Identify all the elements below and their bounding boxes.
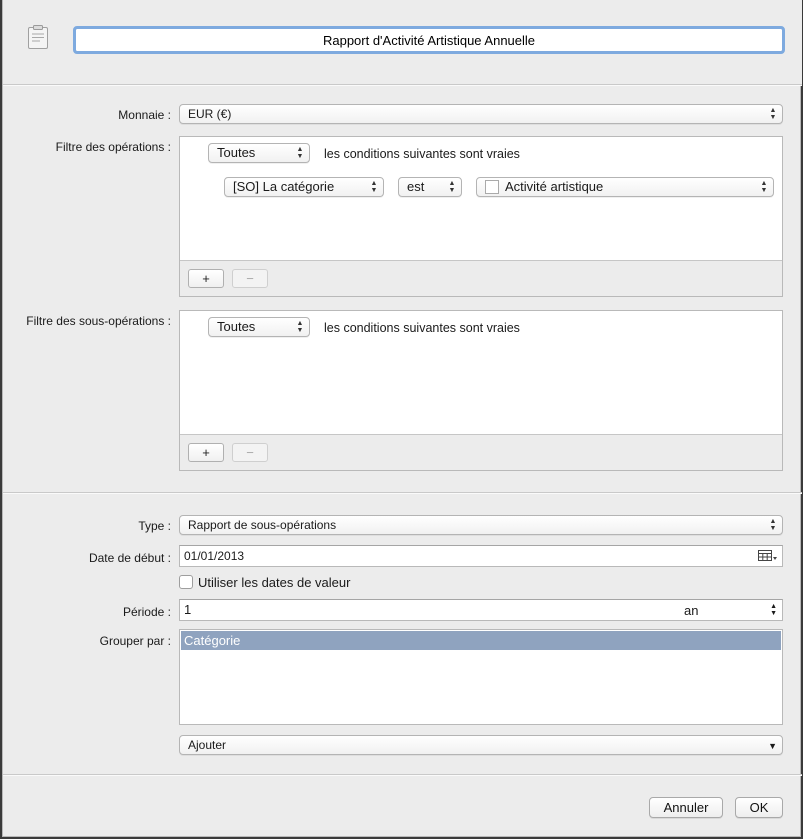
separator: [3, 84, 802, 86]
start-date-field[interactable]: 01/01/2013: [179, 545, 783, 567]
period-field[interactable]: 1 an ▲ ▼: [179, 599, 783, 621]
updown-arrows-icon: ▲ ▼: [760, 180, 768, 194]
operations-filter-box: Toutes ▲ ▼ les conditions suivantes sont …: [179, 136, 783, 297]
suboperations-match-popup[interactable]: Toutes ▲ ▼: [208, 317, 310, 337]
header-area: [3, 0, 802, 84]
updown-arrows-icon[interactable]: ▲ ▼: [770, 603, 777, 617]
rule-field-value: [SO] La catégorie: [233, 179, 335, 194]
start-date-value: 01/01/2013: [184, 549, 245, 563]
operations-match-value: Toutes: [217, 145, 256, 160]
operations-filter-label: Filtre des opérations :: [55, 140, 171, 154]
currency-value: EUR (€): [188, 107, 232, 121]
suboperations-filter-label: Filtre des sous-opérations :: [26, 314, 171, 328]
period-value: 1: [184, 602, 192, 617]
add-group-popup[interactable]: Ajouter ▼: [179, 735, 783, 755]
value-dates-checkbox[interactable]: [179, 575, 193, 589]
updown-arrows-icon: ▲ ▼: [769, 518, 777, 532]
currency-popup[interactable]: EUR (€) ▲ ▼: [179, 104, 783, 124]
suboperations-filter-box: Toutes ▲ ▼ les conditions suivantes sont …: [179, 310, 783, 471]
clipboard-icon: [28, 25, 48, 49]
period-unit[interactable]: an: [684, 601, 698, 621]
rule-operator-value: est: [407, 179, 425, 194]
rule-value-popup[interactable]: Activité artistique ▲ ▼: [476, 177, 774, 197]
add-group-value: Ajouter: [188, 738, 227, 752]
report-editor-sheet: Monnaie : EUR (€) ▲▼ Filtre des opératio…: [2, 0, 802, 837]
updown-arrows-icon: ▲ ▼: [769, 107, 777, 121]
suboperations-filter-footer: + −: [180, 434, 782, 470]
remove-subrule-button[interactable]: −: [232, 443, 268, 462]
suboperations-match-value: Toutes: [217, 319, 256, 334]
suboperations-match-suffix: les conditions suivantes sont vraies: [324, 321, 520, 335]
operations-match-popup[interactable]: Toutes ▲ ▼: [208, 143, 310, 163]
cancel-button[interactable]: Annuler: [649, 797, 723, 818]
value-dates-label: Utiliser les dates de valeur: [198, 575, 351, 590]
updown-arrows-icon: ▲ ▼: [296, 146, 304, 160]
add-rule-button[interactable]: +: [188, 269, 224, 288]
ok-button[interactable]: OK: [735, 797, 783, 818]
list-item[interactable]: Catégorie: [181, 631, 781, 650]
type-popup[interactable]: Rapport de sous-opérations ▲ ▼: [179, 515, 783, 535]
type-value: Rapport de sous-opérations: [188, 518, 337, 532]
updown-arrows-icon: ▲ ▼: [296, 320, 304, 334]
rule-value-text: Activité artistique: [505, 179, 604, 194]
updown-arrows-icon: ▲ ▼: [448, 180, 456, 194]
separator: [3, 774, 802, 776]
operations-filter-footer: + −: [180, 260, 782, 296]
rule-field-popup[interactable]: [SO] La catégorie ▲ ▼: [224, 177, 384, 197]
remove-rule-button[interactable]: −: [232, 269, 268, 288]
category-color-swatch: [485, 180, 499, 194]
report-name-field[interactable]: [73, 26, 785, 54]
start-date-label: Date de début :: [88, 551, 171, 565]
chevron-down-icon: ▼: [768, 741, 777, 751]
operations-match-suffix: les conditions suivantes sont vraies: [324, 147, 520, 161]
type-label: Type :: [138, 519, 171, 533]
period-label: Période :: [122, 605, 171, 619]
separator: [3, 492, 802, 494]
rule-operator-popup[interactable]: est ▲ ▼: [398, 177, 462, 197]
calendar-icon[interactable]: [758, 550, 778, 562]
group-by-list[interactable]: Catégorie: [179, 629, 783, 725]
updown-arrows-icon: ▲ ▼: [370, 180, 378, 194]
group-by-label: Grouper par :: [99, 634, 171, 648]
add-subrule-button[interactable]: +: [188, 443, 224, 462]
currency-label: Monnaie :: [118, 108, 171, 122]
